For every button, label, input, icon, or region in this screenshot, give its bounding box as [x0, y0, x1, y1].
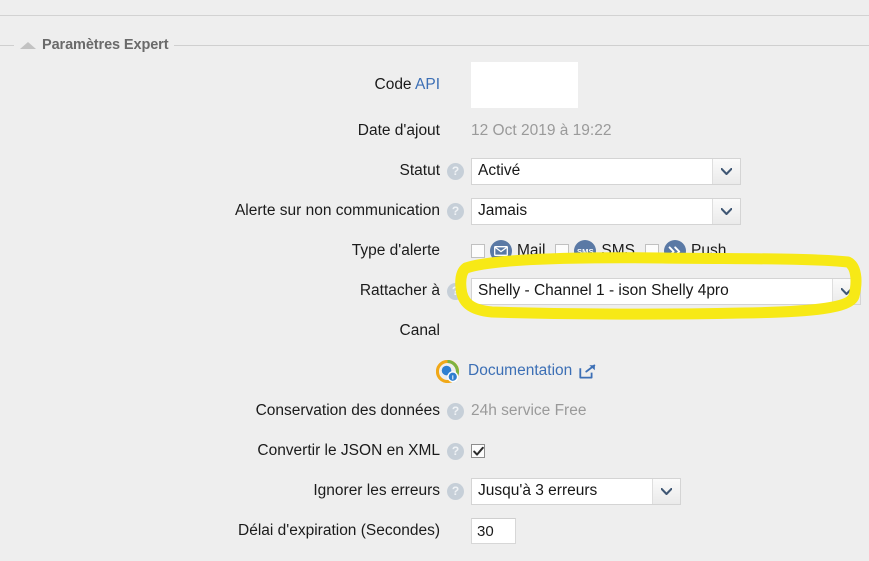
mail-checkbox[interactable]: [471, 244, 485, 258]
label-delai-expiration: Délai d'expiration (Secondes): [238, 522, 440, 539]
panel-title: Paramètres Expert: [42, 37, 169, 53]
chevron-down-icon: [841, 287, 852, 295]
control-conservation-donnees: ? 24h service Free: [440, 402, 586, 420]
rattacher-a-select-value: Shelly - Channel 1 - ison Shelly 4pro: [472, 278, 832, 304]
date-ajout-value: 12 Oct 2019 à 19:22: [471, 122, 612, 139]
label-rattacher-a: Rattacher à: [359, 282, 440, 299]
help-icon-conservation-donnees[interactable]: ?: [447, 402, 464, 420]
triangle-up-icon[interactable]: [20, 41, 36, 49]
label-ignorer-erreurs: Ignorer les erreurs: [313, 482, 440, 499]
panel-legend[interactable]: Paramètres Expert: [0, 33, 869, 57]
control-ignorer-erreurs: ? Jusqu'à 3 erreurs: [440, 477, 681, 505]
alert-option-sms[interactable]: SMS SMS: [555, 240, 637, 262]
conservation-donnees-value: 24h service Free: [471, 402, 587, 419]
expert-settings-panel: Paramètres Expert Code API Date d'ajout …: [0, 33, 869, 561]
convertir-json-xml-checkbox[interactable]: [471, 444, 485, 458]
push-icon: [664, 240, 687, 262]
alert-type-group: Mail SMS SMS Push: [471, 240, 736, 262]
statut-select[interactable]: Activé: [471, 157, 741, 185]
alerte-non-communication-select-value: Jamais: [472, 198, 712, 224]
rattacher-a-select-button[interactable]: [832, 278, 860, 304]
label-date-ajout: Date d'ajout: [357, 122, 440, 139]
help-icon-ignorer-erreurs[interactable]: ?: [447, 482, 464, 500]
control-rattacher-a: ? Shelly - Channel 1 - ison Shelly 4pro: [440, 277, 861, 305]
control-statut: ? Activé: [440, 157, 741, 185]
legend-right-line: [174, 44, 869, 46]
help-icon-alerte-non-communication[interactable]: ?: [447, 202, 464, 220]
row-type-alerte: Type d'alerte Mail SMS SMS Push: [0, 231, 869, 271]
label-code-api: Code API: [0, 76, 441, 94]
row-documentation: i Documentation: [0, 351, 869, 391]
control-delai-expiration: [440, 518, 516, 544]
label-statut: Statut: [399, 162, 441, 179]
code-api-input[interactable]: [471, 62, 578, 108]
chevron-down-icon: [661, 487, 672, 495]
statut-select-value: Activé: [472, 158, 712, 184]
chevron-down-icon: [721, 207, 732, 215]
envelope-glyph: [494, 246, 508, 256]
ignorer-erreurs-select-button[interactable]: [652, 478, 680, 504]
alert-option-push[interactable]: Push: [645, 240, 728, 262]
chevron-down-icon: [721, 167, 732, 175]
sms-checkbox[interactable]: [555, 244, 570, 258]
label-convertir-json-xml: Convertir le JSON en XML: [257, 442, 440, 459]
row-convertir-json-xml: Convertir le JSON en XML ?: [0, 431, 869, 471]
label-canal: Canal: [399, 322, 441, 339]
statut-select-button[interactable]: [712, 158, 740, 184]
control-code-api: [440, 62, 578, 108]
legend-left-dash: [0, 44, 14, 46]
push-label: Push: [691, 242, 727, 259]
row-rattacher-a: Rattacher à ? Shelly - Channel 1 - ison …: [0, 271, 869, 311]
help-icon-statut[interactable]: ?: [447, 162, 464, 180]
check-icon: [472, 446, 484, 456]
help-icon-convertir-json-xml[interactable]: ?: [447, 442, 464, 460]
row-code-api: Code API: [0, 59, 869, 111]
alerte-non-communication-select-button[interactable]: [712, 198, 740, 224]
rattacher-a-select[interactable]: Shelly - Channel 1 - ison Shelly 4pro: [471, 277, 861, 305]
help-globe-icon: i: [436, 359, 459, 383]
ignorer-erreurs-select-value: Jusqu'à 3 erreurs: [472, 478, 652, 504]
mail-icon: [490, 240, 512, 262]
row-conservation-donnees: Conservation des données ? 24h service F…: [0, 391, 869, 431]
control-date-ajout: 12 Oct 2019 à 19:22: [440, 122, 611, 140]
label-type-alerte: Type d'alerte: [351, 242, 440, 259]
delai-expiration-input[interactable]: [471, 518, 516, 544]
documentation-group[interactable]: i Documentation: [436, 359, 596, 383]
row-alerte-non-communication: Alerte sur non communication ? Jamais: [0, 191, 869, 231]
row-canal: Canal: [0, 311, 869, 351]
help-icon-rattacher-a[interactable]: ?: [447, 282, 464, 300]
documentation-link[interactable]: Documentation: [468, 362, 572, 380]
label-alerte-non-communication: Alerte sur non communication: [234, 202, 440, 219]
control-alerte-non-communication: ? Jamais: [440, 197, 741, 225]
alert-option-mail[interactable]: Mail: [471, 240, 547, 262]
expert-settings-form: Code API Date d'ajout 12 Oct 2019 à 19:2…: [0, 59, 869, 551]
row-delai-expiration: Délai d'expiration (Secondes): [0, 511, 869, 551]
label-conservation-donnees: Conservation des données: [255, 402, 440, 419]
control-type-alerte: Mail SMS SMS Push: [440, 240, 736, 262]
svg-text:i: i: [452, 374, 454, 381]
push-checkbox[interactable]: [645, 244, 660, 258]
api-link[interactable]: API: [415, 76, 440, 93]
row-ignorer-erreurs: Ignorer les erreurs ? Jusqu'à 3 erreurs: [0, 471, 869, 511]
sms-label: SMS: [601, 242, 636, 259]
double-chevron-right-glyph: [668, 245, 681, 257]
alerte-non-communication-select[interactable]: Jamais: [471, 197, 741, 225]
label-code-api-prefix: Code: [374, 76, 416, 93]
row-statut: Statut ? Activé: [0, 151, 869, 191]
sms-icon: SMS: [574, 240, 597, 262]
row-date-ajout: Date d'ajout 12 Oct 2019 à 19:22: [0, 111, 869, 151]
control-convertir-json-xml: ?: [440, 442, 490, 460]
top-divider-1: [0, 15, 869, 16]
external-link-icon[interactable]: [579, 364, 596, 379]
ignorer-erreurs-select[interactable]: Jusqu'à 3 erreurs: [471, 477, 681, 505]
mail-label: Mail: [517, 242, 546, 259]
